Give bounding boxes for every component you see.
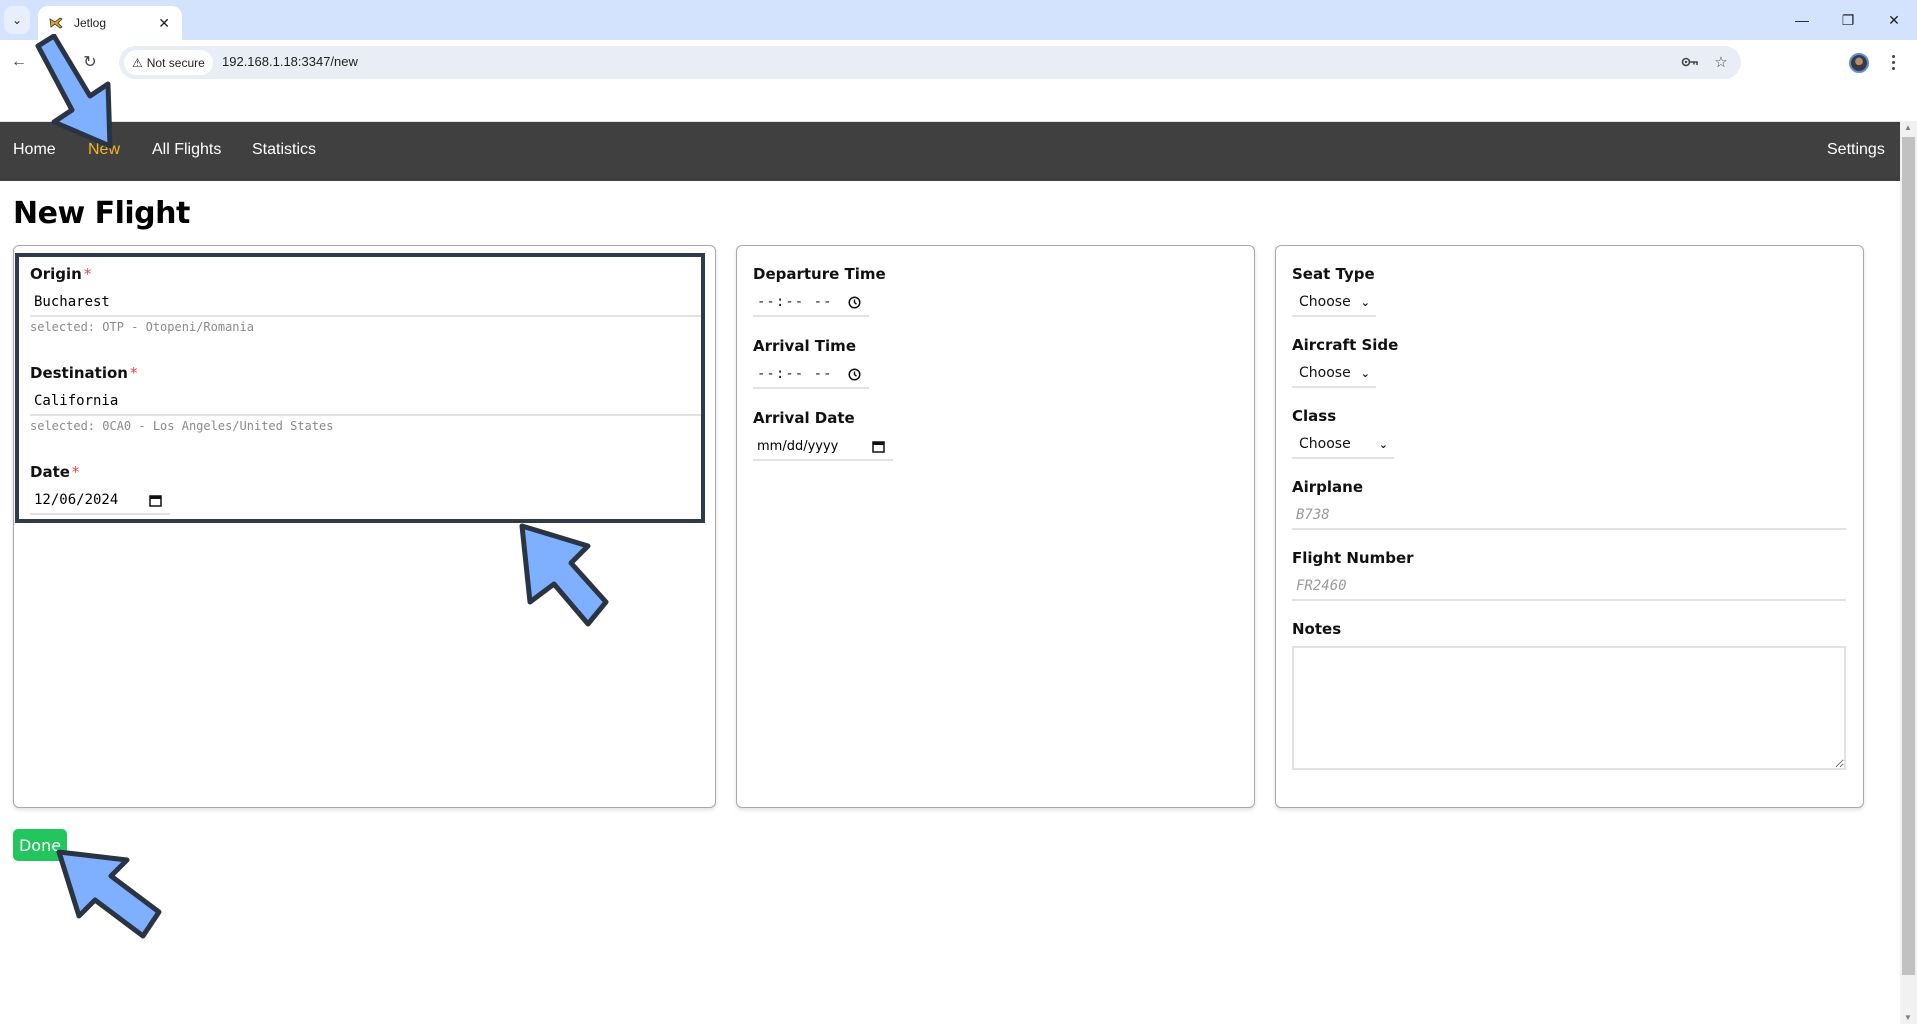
calendar-icon[interactable] — [872, 440, 885, 453]
done-button[interactable]: Done — [13, 829, 67, 861]
window-controls: — ❐ ✕ — [1779, 0, 1917, 40]
arrival-date-input[interactable]: mm/dd/yyyy — [753, 433, 893, 461]
tab-title: Jetlog — [74, 16, 107, 30]
seat-type-selected: Choose — [1299, 294, 1351, 310]
nav-link-statistics[interactable]: Statistics — [252, 141, 316, 159]
browser-tabstrip: ⌄ Jetlog ✕ — ❐ ✕ — [0, 0, 1917, 40]
notes-label: Notes — [1292, 620, 1342, 638]
reload-icon: ↻ — [83, 54, 97, 71]
notes-textarea[interactable] — [1292, 646, 1846, 770]
destination-input[interactable] — [30, 388, 702, 416]
date-value: 12/06/2024 — [34, 492, 119, 508]
seat-type-label: Seat Type — [1292, 265, 1375, 283]
route-card: Origin* selected: OTP - Otopeni/Romania … — [13, 245, 716, 808]
date-input[interactable]: 12/06/2024 — [30, 487, 170, 515]
aircraft-side-label: Aircraft Side — [1292, 336, 1399, 354]
origin-label: Origin * — [30, 265, 92, 283]
annotation-arrow-icon — [56, 849, 162, 939]
times-card: Departure Time --:-- -- Arrival Time --:… — [736, 245, 1255, 808]
back-button[interactable]: ← — [7, 50, 31, 74]
star-icon[interactable]: ☆ — [1711, 52, 1731, 72]
kebab-menu-icon[interactable] — [1885, 50, 1901, 74]
calendar-icon[interactable] — [149, 494, 162, 507]
top-navbar: Home New All Flights Statistics Settings — [0, 121, 1900, 181]
class-select[interactable]: Choose ⌄ — [1292, 431, 1394, 459]
chevron-down-icon: ⌄ — [1378, 437, 1388, 451]
seat-type-select[interactable]: Choose ⌄ — [1292, 289, 1376, 317]
chevron-down-icon: ⌄ — [1360, 366, 1370, 380]
clock-icon[interactable] — [848, 367, 861, 381]
departure-time-label: Departure Time — [753, 265, 886, 283]
security-chip[interactable]: ⚠ Not secure — [124, 50, 213, 75]
aircraft-side-select[interactable]: Choose ⌄ — [1292, 360, 1376, 388]
arrival-date-label: Arrival Date — [753, 409, 855, 427]
warning-triangle-icon: ⚠ — [132, 55, 143, 70]
nav-link-settings[interactable]: Settings — [1827, 141, 1885, 159]
details-card: Seat Type Choose ⌄ Aircraft Side Choose … — [1275, 245, 1864, 808]
scroll-up-icon[interactable]: ▲ — [1904, 123, 1912, 132]
chevron-down-icon: ⌄ — [1360, 295, 1370, 309]
scroll-down-icon[interactable]: ▼ — [1904, 1013, 1912, 1022]
nav-link-all-flights[interactable]: All Flights — [152, 141, 221, 159]
class-selected: Choose — [1299, 436, 1351, 452]
destination-selected-hint: selected: 0CA0 - Los Angeles/United Stat… — [30, 419, 334, 433]
aircraft-side-selected: Choose — [1299, 365, 1351, 381]
arrival-time-placeholder: --:-- -- — [757, 366, 833, 382]
flight-number-label: Flight Number — [1292, 549, 1414, 567]
browser-tab[interactable]: Jetlog ✕ — [38, 6, 182, 40]
required-mark: * — [83, 265, 92, 283]
origin-selected-hint: selected: OTP - Otopeni/Romania — [30, 320, 254, 334]
scrollbar-thumb[interactable] — [1902, 137, 1915, 975]
url-text[interactable]: 192.168.1.18:3347/new — [222, 54, 358, 69]
minimize-icon[interactable]: — — [1779, 0, 1825, 40]
close-icon[interactable]: ✕ — [158, 15, 170, 32]
required-mark: * — [129, 364, 138, 382]
flight-number-input[interactable] — [1292, 573, 1846, 601]
security-label: Not secure — [146, 55, 205, 70]
chevron-down-icon: ⌄ — [11, 13, 23, 27]
clock-icon[interactable] — [848, 295, 861, 309]
key-icon[interactable] — [1680, 52, 1700, 72]
airplane-label: Airplane — [1292, 478, 1364, 496]
departure-time-placeholder: --:-- -- — [757, 294, 833, 310]
nav-link-new[interactable]: New — [88, 141, 120, 159]
arrival-time-label: Arrival Time — [753, 337, 856, 355]
address-bar[interactable]: ⚠ Not secure 192.168.1.18:3347/new ☆ — [119, 46, 1741, 79]
arrival-date-placeholder: mm/dd/yyyy — [757, 438, 839, 454]
arrival-time-input[interactable]: --:-- -- — [753, 361, 869, 389]
origin-input[interactable] — [30, 289, 702, 317]
class-label: Class — [1292, 407, 1337, 425]
browser-toolbar: ← ↻ ⚠ Not secure 192.168.1.18:3347/new ☆ — [0, 40, 1917, 85]
page-scrollbar[interactable]: ▲ ▼ — [1900, 121, 1917, 1024]
departure-time-input[interactable]: --:-- -- — [753, 289, 869, 317]
tab-search-button[interactable]: ⌄ — [4, 6, 30, 34]
page-title: New Flight — [13, 196, 190, 231]
reload-button[interactable]: ↻ — [78, 50, 102, 74]
destination-label: Destination * — [30, 364, 138, 382]
close-window-icon[interactable]: ✕ — [1871, 0, 1917, 40]
arrow-left-icon: ← — [11, 53, 27, 70]
required-mark: * — [71, 463, 80, 481]
nav-link-home[interactable]: Home — [13, 141, 56, 159]
avatar[interactable] — [1849, 53, 1869, 73]
airplane-input[interactable] — [1292, 502, 1846, 530]
airplane-favicon-icon — [48, 15, 64, 31]
restore-icon[interactable]: ❐ — [1825, 0, 1871, 40]
date-label: Date * — [30, 463, 80, 481]
